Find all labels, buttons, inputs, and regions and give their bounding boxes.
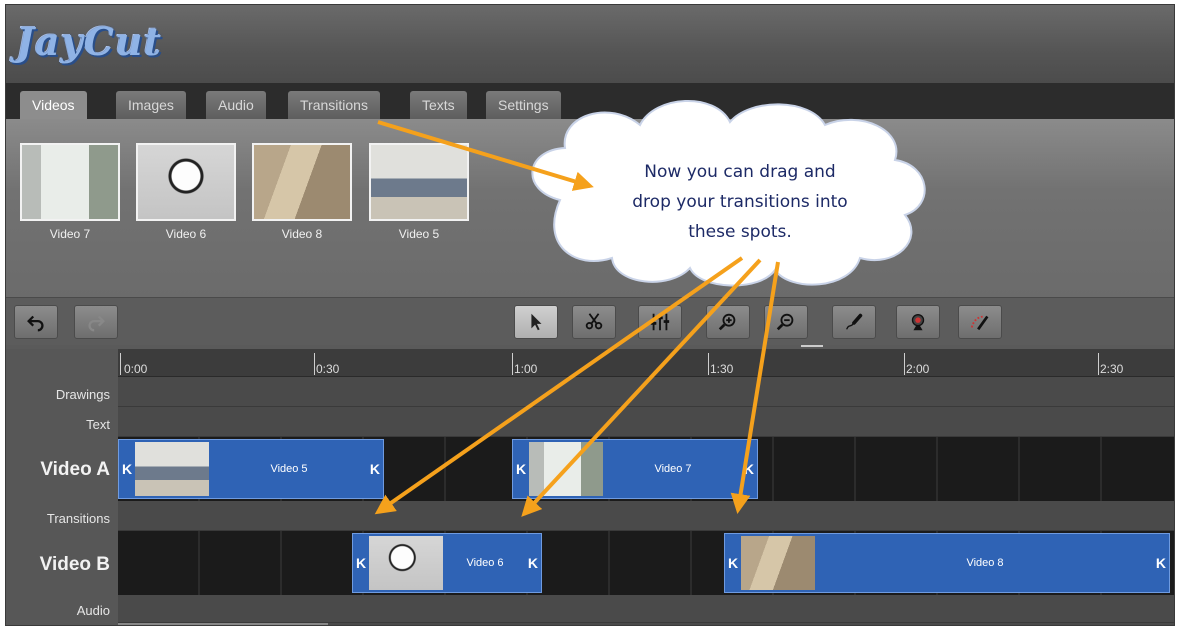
- jaycut-logo: JayCut: [16, 19, 163, 64]
- timeline-clip-video-5[interactable]: K Video 5 K: [118, 439, 384, 499]
- time-ruler[interactable]: 0:00 0:30 1:00 1:30 2:00 2:30: [118, 349, 1174, 377]
- redo-button[interactable]: [74, 305, 118, 339]
- clip-thumbnail: [741, 536, 815, 590]
- mixer-button[interactable]: [638, 305, 682, 339]
- track-text[interactable]: [118, 407, 1174, 437]
- jaycut-editor-window: JayCut Videos Images Audio Transitions T…: [5, 4, 1175, 626]
- track-label-audio: Audio: [76, 603, 110, 618]
- zoom-in-icon: [718, 313, 736, 331]
- tab-videos[interactable]: Videos: [20, 91, 87, 119]
- media-thumb-video-7[interactable]: [20, 143, 120, 221]
- media-thumb-video-5[interactable]: [369, 143, 469, 221]
- select-tool-button[interactable]: [514, 305, 558, 339]
- callout-line: these spots.: [688, 222, 792, 242]
- ruler-tick: [904, 353, 905, 375]
- timeline-clip-video-8[interactable]: K Video 8 K: [724, 533, 1170, 593]
- media-tab-bar: Videos Images Audio Transitions Texts Se…: [6, 83, 1174, 119]
- trim-handle-right[interactable]: K: [528, 555, 538, 571]
- tab-texts[interactable]: Texts: [410, 91, 467, 119]
- timeline-scrollbar[interactable]: [118, 623, 328, 625]
- timeline: Drawings Text Video A Transitions Video …: [6, 349, 1174, 625]
- ruler-label: 2:00: [906, 362, 930, 376]
- media-label: Video 8: [281, 227, 323, 241]
- media-label: Video 5: [398, 227, 440, 241]
- track-drawings[interactable]: [118, 377, 1174, 407]
- track-label-drawings: Drawings: [55, 387, 110, 402]
- zoom-out-button[interactable]: [764, 305, 808, 339]
- ruler-label: 0:30: [316, 362, 340, 376]
- track-label-video-b: Video B: [39, 554, 110, 575]
- trim-handle-right[interactable]: K: [1156, 555, 1166, 571]
- mixer-sliders-icon: [650, 313, 670, 331]
- ruler-label: 2:30: [1100, 362, 1124, 376]
- redo-icon: [88, 315, 105, 332]
- webcam-button[interactable]: [896, 305, 940, 339]
- ruler-tick: [1098, 353, 1099, 375]
- track-label-text: Text: [86, 417, 110, 432]
- media-thumb-video-6[interactable]: [136, 143, 236, 221]
- tab-images[interactable]: Images: [116, 91, 186, 119]
- clip-thumbnail: [369, 536, 443, 590]
- timeline-clip-video-7[interactable]: K Video 7 K: [512, 439, 758, 499]
- ruler-tick: [512, 353, 513, 375]
- ruler-label: 1:00: [514, 362, 538, 376]
- trim-handle-left[interactable]: K: [122, 461, 132, 477]
- callout-line: drop your transitions into: [632, 192, 848, 212]
- media-label: Video 7: [49, 227, 91, 241]
- zoom-in-button[interactable]: [706, 305, 750, 339]
- media-thumb-video-8[interactable]: [252, 143, 352, 221]
- clip-thumbnail: [529, 442, 603, 496]
- clip-label: Video 6: [466, 557, 504, 569]
- ruler-tick: [314, 353, 315, 375]
- draw-button[interactable]: [958, 305, 1002, 339]
- cut-scissors-icon: [585, 313, 603, 330]
- ruler-label: 1:30: [710, 362, 734, 376]
- clip-label: Video 5: [270, 463, 308, 475]
- select-arrow-icon: [531, 313, 542, 331]
- trim-handle-right[interactable]: K: [370, 461, 380, 477]
- draw-brush-icon: [970, 315, 989, 331]
- ruler-tick: [120, 353, 121, 375]
- callout-text: Now you can drag and drop your transitio…: [590, 157, 890, 247]
- webcam-icon: [911, 313, 925, 331]
- track-label-video-a: Video A: [40, 459, 110, 480]
- tab-settings[interactable]: Settings: [486, 91, 561, 119]
- trim-handle-left[interactable]: K: [356, 555, 366, 571]
- microphone-icon: [846, 313, 863, 330]
- trim-handle-right[interactable]: K: [744, 461, 754, 477]
- editor-toolbar: [6, 297, 1174, 345]
- timeline-clip-video-6[interactable]: K Video 6 K: [352, 533, 542, 593]
- clip-label: Video 8: [966, 557, 1004, 569]
- zoom-out-icon: [776, 313, 794, 331]
- track-label-transitions: Transitions: [46, 511, 110, 526]
- trim-handle-left[interactable]: K: [728, 555, 738, 571]
- app-header: JayCut: [6, 5, 1174, 83]
- media-label: Video 6: [165, 227, 207, 241]
- track-transitions[interactable]: [118, 501, 1174, 531]
- record-audio-button[interactable]: [832, 305, 876, 339]
- track-audio[interactable]: [118, 595, 1174, 623]
- clip-thumbnail: [135, 442, 209, 496]
- tab-transitions[interactable]: Transitions: [288, 91, 380, 119]
- clip-label: Video 7: [654, 463, 692, 475]
- track-labels: Drawings Text Video A Transitions Video …: [6, 349, 118, 625]
- cut-tool-button[interactable]: [572, 305, 616, 339]
- tab-audio[interactable]: Audio: [206, 91, 266, 119]
- callout-line: Now you can drag and: [644, 162, 836, 182]
- ruler-label: 0:00: [124, 362, 148, 376]
- undo-icon: [27, 315, 44, 332]
- undo-button[interactable]: [14, 305, 58, 339]
- ruler-tick: [708, 353, 709, 375]
- trim-handle-left[interactable]: K: [516, 461, 526, 477]
